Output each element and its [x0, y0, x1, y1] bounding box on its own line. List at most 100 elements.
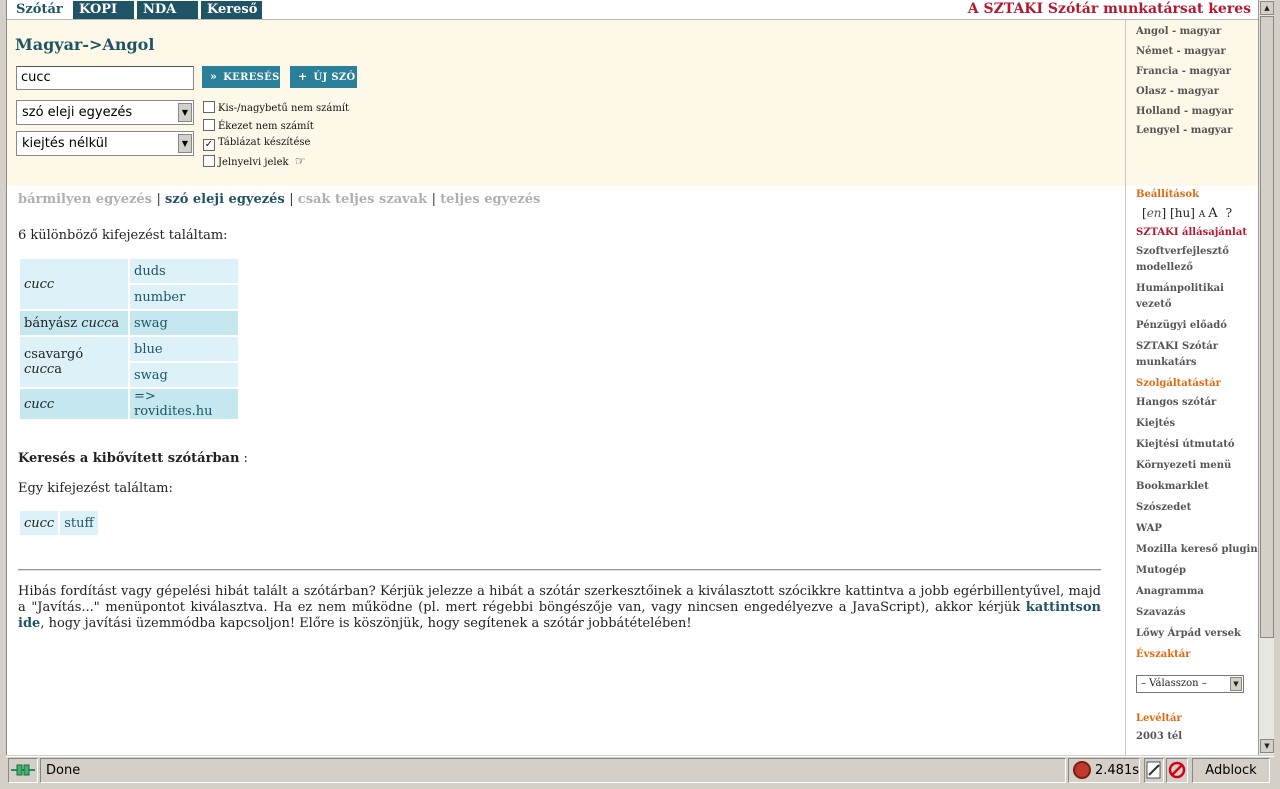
lang-link[interactable]: Francia - magyar [1136, 64, 1231, 79]
scroll-up-icon[interactable]: ▲ [1260, 1, 1274, 15]
extended-title-text: Keresés a kibővített szótárban [18, 451, 240, 466]
service-link[interactable]: Mozilla kereső plugin [1136, 542, 1258, 557]
job-link[interactable]: modellező [1136, 260, 1193, 275]
season-heading: Évszaktár [1136, 649, 1191, 660]
service-link[interactable]: WAP [1136, 521, 1162, 536]
mode-whole-words[interactable]: csak teljes szavak [298, 192, 427, 207]
hu-term[interactable]: cucc [20, 259, 128, 309]
archive-link[interactable]: 2003 tél [1136, 729, 1182, 744]
correction-note: Hibás fordítást vagy gépelési hibát talá… [18, 584, 1101, 632]
chevron-down-icon[interactable]: ▼ [1230, 677, 1242, 691]
lang-link[interactable]: Olasz - magyar [1136, 84, 1219, 99]
checkbox[interactable] [203, 119, 215, 131]
hu-term-text: bányász [24, 315, 82, 331]
note-text-end: , hogy javítási üzemmódba kapcsoljon! El… [40, 616, 692, 631]
season-select[interactable]: – Válasszon – ▼ [1136, 675, 1244, 693]
jobs-heading[interactable]: SZTAKI állásajánlat [1136, 226, 1247, 240]
tab-kopi[interactable]: KOPI [73, 1, 134, 19]
font-large-button[interactable]: A [1208, 206, 1217, 221]
search-button[interactable]: » KERESÉS [202, 66, 280, 88]
chevron-down-icon[interactable]: ▼ [178, 134, 192, 153]
recruit-link[interactable]: A SZTAKI Szótár munkatársat keres [968, 0, 1251, 19]
service-link[interactable]: Lőwy Árpád versek [1136, 626, 1241, 641]
en-term[interactable]: number [130, 285, 238, 309]
service-link[interactable]: Kiejtési útmutató [1136, 437, 1235, 452]
hu-term-match: cucc [24, 362, 55, 377]
note-text: Hibás fordítást vagy gépelési hibát talá… [18, 584, 1101, 615]
option-label: Táblázat készítése [218, 137, 311, 148]
option-sign-language[interactable]: Jelnyelvi jelek ☞ [203, 155, 306, 169]
job-link[interactable]: Szoftverfejlesztő [1136, 244, 1229, 259]
job-link[interactable]: Pénzügyi előadó [1136, 318, 1227, 333]
plug-icon [11, 764, 35, 776]
service-link[interactable]: Szavazás [1136, 605, 1185, 620]
block-icon[interactable] [1166, 758, 1188, 783]
status-bar: Done 2.481s Adblock [6, 756, 1274, 784]
extended-search-title: Keresés a kibővített szótárban : [18, 451, 248, 466]
en-term[interactable]: blue [130, 337, 238, 361]
option-label: Ékezet nem számít [218, 121, 314, 132]
checkbox-checked[interactable]: ✓ [203, 139, 215, 151]
help-button[interactable]: ? [1226, 206, 1232, 220]
plus-icon: + [298, 70, 308, 83]
en-term[interactable]: stuff [60, 511, 98, 535]
job-link[interactable]: vezető [1136, 297, 1172, 312]
hu-term[interactable]: bányász cucca [20, 311, 128, 335]
new-word-button[interactable]: + ÚJ SZÓ [290, 66, 357, 88]
en-term[interactable]: => rovidites.hu [130, 389, 238, 419]
settings-tools: [en] [hu] A A? [1142, 206, 1232, 221]
option-accent-insensitive[interactable]: Ékezet nem számít [203, 119, 314, 133]
option-case-insensitive[interactable]: Kis-/nagybetű nem számít [203, 101, 349, 115]
adblock-button[interactable]: Adblock [1192, 758, 1270, 783]
service-link[interactable]: Mutogép [1136, 563, 1186, 578]
mode-exact[interactable]: teljes egyezés [440, 192, 540, 207]
hu-term-text: csavargó [24, 347, 84, 362]
service-link[interactable]: Hangos szótár [1136, 395, 1216, 410]
double-chevron-icon: » [210, 70, 218, 83]
extended-summary: Egy kifejezést találtam: [18, 481, 173, 496]
service-link[interactable]: Bookmarklet [1136, 479, 1209, 494]
hu-term[interactable]: cucc [20, 511, 59, 535]
chevron-down-icon[interactable]: ▼ [178, 103, 192, 122]
en-term[interactable]: swag [130, 311, 238, 335]
job-link[interactable]: munkatárs [1136, 355, 1197, 370]
hu-term-text: cucc [24, 396, 55, 412]
en-term[interactable]: duds [130, 259, 238, 283]
match-select[interactable]: szó eleji egyezés ▼ [16, 100, 194, 125]
tab-nda[interactable]: NDA [137, 1, 198, 19]
hu-term-suffix: a [111, 315, 120, 331]
hu-term[interactable]: cucc [20, 389, 128, 419]
edit-icon[interactable] [1144, 758, 1164, 783]
season-select-value: – Válasszon – [1141, 678, 1207, 689]
job-link[interactable]: Humánpolitikai [1136, 281, 1224, 296]
service-link[interactable]: Környezeti menü [1136, 458, 1231, 473]
match-select-value: szó eleji egyezés [22, 105, 133, 120]
scroll-down-icon[interactable]: ▼ [1260, 739, 1274, 753]
checkbox[interactable] [203, 101, 215, 113]
tab-kereso[interactable]: Kereső [201, 1, 262, 19]
service-link[interactable]: Szószedet [1136, 500, 1191, 515]
lang-en-toggle[interactable]: en [1147, 206, 1162, 220]
mode-any[interactable]: bármilyen egyezés [18, 192, 152, 207]
load-time-value: 2.481s [1095, 763, 1139, 778]
checkbox[interactable] [203, 155, 215, 167]
lang-link[interactable]: Lengyel - magyar [1136, 123, 1232, 138]
job-link[interactable]: SZTAKI Szótár [1136, 339, 1218, 354]
service-link[interactable]: Anagramma [1136, 584, 1204, 599]
pronunciation-select[interactable]: kiejtés nélkül ▼ [16, 131, 194, 156]
lang-link[interactable]: Holland - magyar [1136, 104, 1233, 119]
en-term[interactable]: swag [130, 363, 238, 387]
font-small-button[interactable]: A [1199, 210, 1206, 220]
lang-hu-toggle[interactable]: hu [1175, 206, 1190, 220]
search-input[interactable]: cucc [16, 66, 194, 90]
mode-prefix[interactable]: szó eleji egyezés [165, 192, 285, 207]
tab-szotar[interactable]: Szótár [10, 1, 70, 19]
lang-link[interactable]: Angol - magyar [1136, 24, 1221, 39]
vertical-scrollbar[interactable]: ▲ ▼ [1258, 0, 1274, 755]
hu-term[interactable]: csavargó cucca [20, 337, 128, 387]
lang-link[interactable]: Német - magyar [1136, 44, 1226, 59]
bracket: ] [1190, 206, 1199, 220]
option-table[interactable]: ✓ Táblázat készítése [203, 137, 310, 151]
service-link[interactable]: Kiejtés [1136, 416, 1175, 431]
scroll-thumb[interactable] [1260, 16, 1274, 638]
